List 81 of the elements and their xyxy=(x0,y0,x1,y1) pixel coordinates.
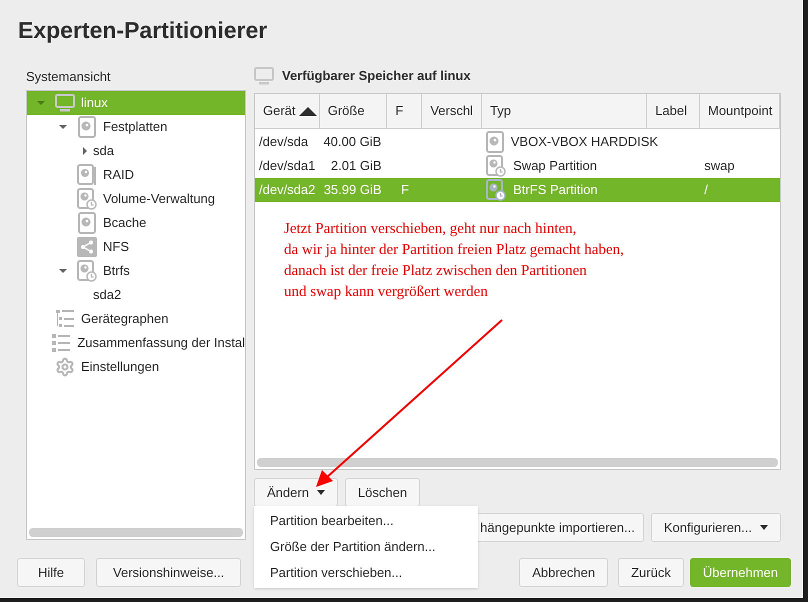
caret-icon xyxy=(316,490,325,495)
caret-icon xyxy=(760,525,768,530)
column-header[interactable]: Größe xyxy=(320,94,388,128)
column-header-label: Label xyxy=(655,102,688,120)
column-header[interactable]: Gerät xyxy=(255,94,320,128)
tree-item[interactable]: Bcache xyxy=(27,211,245,235)
cancel-button[interactable]: Abbrechen xyxy=(519,558,608,587)
table-cell: swap xyxy=(704,158,735,174)
settings-icon xyxy=(55,357,75,377)
disk-stack-icon xyxy=(77,164,97,186)
column-header[interactable]: Label xyxy=(647,94,700,128)
tree-item-label: Btrfs xyxy=(103,262,130,280)
monitor-icon xyxy=(254,67,274,85)
tree-item[interactable]: RAID xyxy=(27,163,245,187)
share-icon xyxy=(77,237,97,257)
table-cell: / xyxy=(704,182,708,198)
column-header-label: Typ xyxy=(490,102,512,120)
tree-item-label: Festplatten xyxy=(103,118,168,136)
tree-item-label: NFS xyxy=(103,238,129,256)
column-header-label: Größe xyxy=(328,102,365,120)
tree-item[interactable]: Festplatten xyxy=(27,115,245,139)
panel-title: Verfügbarer Speicher auf linux xyxy=(282,67,471,86)
column-header[interactable]: F xyxy=(387,94,422,128)
tree-item[interactable]: sda xyxy=(27,139,245,163)
annotation-text: Jetzt Partition verschieben, geht nur nach hinten, da wir ja hinter der Partition freien Platz gemacht haben, danach ist der freie Platz zwischen den Partitionen und swap kann vergrößert werden xyxy=(284,220,624,302)
expand-arrow-icon[interactable] xyxy=(81,147,89,155)
table-cell-text: Swap Partition xyxy=(513,157,597,176)
tree-item-label: Volume-Verwaltung xyxy=(103,190,216,208)
tree-item-label: Einstellungen xyxy=(81,358,160,376)
disk-clock-icon xyxy=(486,179,506,201)
tree-item[interactable]: Gerätegraphen xyxy=(27,307,245,331)
column-header-label: F xyxy=(395,102,404,120)
table-cell-text: 40.00 GiB xyxy=(322,133,382,152)
tree-item-label: Zusammenfassung der Instal xyxy=(77,334,245,352)
tree-item-label: Bcache xyxy=(103,214,146,232)
table-row[interactable]: /dev/sda1 2.01 GiB Swap Partition swap xyxy=(255,154,780,178)
tree-item-label: Gerätegraphen xyxy=(81,310,168,328)
list-icon xyxy=(52,334,70,352)
table-cell-text: BtrFS Partition xyxy=(513,181,598,200)
collapse-arrow-icon[interactable] xyxy=(59,267,67,275)
tree-item-label: RAID xyxy=(103,166,134,184)
tree-item-label: linux xyxy=(81,94,108,112)
table-cell-text: /dev/sda xyxy=(258,133,310,152)
horizontal-scrollbar[interactable] xyxy=(257,458,778,467)
help-button[interactable]: Hilfe xyxy=(17,558,86,587)
delete-button[interactable]: Löschen xyxy=(344,478,420,507)
table-cell-text: VBOX-VBOX HARDDISK xyxy=(510,133,658,152)
disk-clock-icon xyxy=(77,260,97,282)
tree-item-label: sda xyxy=(93,142,114,160)
tree-list-icon xyxy=(56,310,74,328)
horizontal-scrollbar[interactable] xyxy=(29,528,243,537)
tree-item-label: sda2 xyxy=(93,286,122,304)
menu-item[interactable]: Partition verschieben... xyxy=(254,560,478,586)
tree-item[interactable]: sda2 xyxy=(27,283,245,307)
table-cell-text: /dev/sda2 xyxy=(258,181,316,200)
modify-menu-button[interactable]: Ändern xyxy=(254,478,338,507)
column-header[interactable]: Mountpoint xyxy=(700,94,780,128)
release-notes-button[interactable]: Versionshinweise... xyxy=(96,558,242,587)
back-button[interactable]: Zurück xyxy=(618,558,684,587)
monitor-icon xyxy=(55,94,75,112)
column-header-label: Mountpoint xyxy=(708,102,772,120)
column-header-label: Gerät xyxy=(263,102,296,120)
column-header-label: Verschl xyxy=(430,102,473,120)
window-title: Experten-Partitionierer xyxy=(18,16,268,45)
table-row[interactable]: /dev/sda 40.00 GiB VBOX-VBOX HARDDISK xyxy=(255,130,780,154)
configure-button[interactable]: Konfigurieren... xyxy=(650,513,781,542)
table-cell-text: /dev/sda1 xyxy=(258,157,316,176)
column-header[interactable]: Verschl xyxy=(422,94,482,128)
sidebar-label: Systemansicht xyxy=(26,68,112,85)
tree-item[interactable]: Zusammenfassung der Instal xyxy=(27,331,245,355)
tree-item[interactable]: NFS xyxy=(27,235,245,259)
table-cell: F xyxy=(400,182,409,198)
table-cell-text: 2.01 GiB xyxy=(330,157,383,176)
tree-item[interactable]: Volume-Verwaltung xyxy=(27,187,245,211)
tree-item[interactable]: Btrfs xyxy=(27,259,245,283)
collapse-arrow-icon[interactable] xyxy=(59,123,67,131)
disk-clock-icon xyxy=(486,155,506,177)
tree-item[interactable]: Einstellungen xyxy=(27,355,245,379)
disk-clock-icon xyxy=(77,188,97,210)
column-header[interactable]: Typ xyxy=(482,94,648,128)
table-cell-text: 35.99 GiB xyxy=(322,181,383,200)
